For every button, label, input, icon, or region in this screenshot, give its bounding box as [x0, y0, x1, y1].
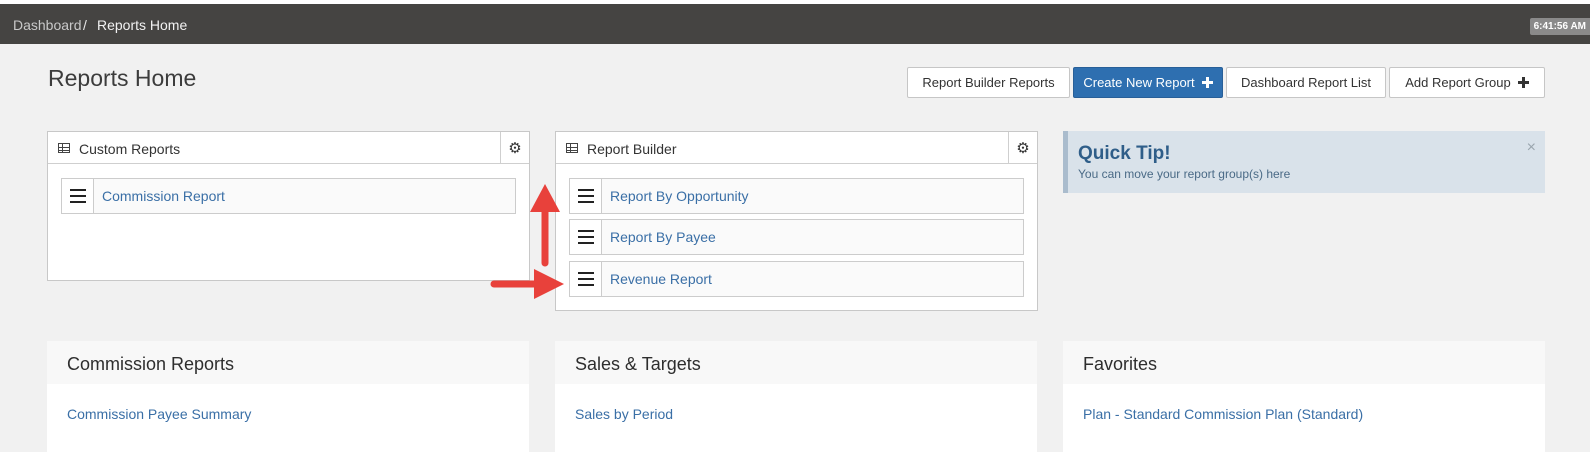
- quick-tip-title: Quick Tip!: [1078, 143, 1171, 164]
- report-item-by-opportunity[interactable]: Report By Opportunity: [569, 178, 1024, 214]
- report-item-by-payee[interactable]: Report By Payee: [569, 219, 1024, 255]
- table-icon: [566, 143, 578, 153]
- quick-tip-text: You can move your report group(s) here: [1078, 167, 1291, 181]
- report-link[interactable]: Report By Payee: [610, 229, 716, 245]
- report-group-title: Sales & Targets: [575, 354, 701, 374]
- drag-handle-icon[interactable]: [570, 220, 602, 254]
- gear-icon[interactable]: ⚙: [1008, 132, 1037, 163]
- report-builder-reports-button[interactable]: Report Builder Reports: [907, 67, 1070, 98]
- report-builder-panel-header: Report Builder ⚙: [556, 132, 1037, 164]
- report-group-sales-targets: Sales & Targets Sales by Period: [555, 341, 1037, 452]
- breadcrumb-current: Reports Home: [97, 17, 188, 33]
- report-link[interactable]: Report By Opportunity: [610, 188, 749, 204]
- report-group-commission-reports: Commission Reports Commission Payee Summ…: [47, 341, 529, 452]
- clock-badge: 6:41:56 AM: [1529, 18, 1590, 35]
- custom-reports-panel-header: Custom Reports ⚙: [48, 132, 529, 164]
- create-new-report-button[interactable]: Create New Report: [1073, 67, 1223, 98]
- plus-icon: [1201, 77, 1213, 88]
- custom-reports-panel: Custom Reports ⚙ Commission Report: [47, 131, 530, 281]
- drag-handle-icon[interactable]: [62, 179, 94, 213]
- report-item-revenue[interactable]: Revenue Report: [569, 261, 1024, 297]
- report-group-header: Sales & Targets: [555, 341, 1037, 384]
- dashboard-report-list-button[interactable]: Dashboard Report List: [1226, 67, 1386, 98]
- report-group-link[interactable]: Plan - Standard Commission Plan (Standar…: [1083, 406, 1363, 422]
- breadcrumb-separator: /: [83, 17, 87, 33]
- add-report-group-label: Add Report Group: [1405, 75, 1511, 90]
- page-title: Reports Home: [48, 65, 197, 91]
- dashboard-report-list-label: Dashboard Report List: [1240, 75, 1372, 90]
- report-link[interactable]: Revenue Report: [610, 271, 712, 287]
- table-icon: [58, 143, 70, 153]
- report-group-header: Favorites: [1063, 341, 1545, 384]
- report-group-title: Commission Reports: [67, 354, 235, 374]
- top-bar: Dashboard / Reports Home 6:41:56 AM: [0, 4, 1590, 44]
- drag-handle-icon[interactable]: [570, 262, 602, 296]
- add-report-group-button[interactable]: Add Report Group: [1389, 67, 1545, 98]
- gear-icon[interactable]: ⚙: [500, 132, 529, 163]
- report-builder-panel: Report Builder ⚙ Report By Opportunity R…: [555, 131, 1038, 311]
- report-builder-reports-label: Report Builder Reports: [922, 75, 1055, 90]
- report-group-link[interactable]: Commission Payee Summary: [67, 406, 251, 422]
- report-group-header: Commission Reports: [47, 341, 529, 384]
- report-item-commission-report[interactable]: Commission Report: [61, 178, 516, 214]
- quick-tip-alert: Quick Tip! You can move your report grou…: [1063, 131, 1545, 193]
- close-icon[interactable]: ×: [1527, 140, 1536, 156]
- report-group-link[interactable]: Sales by Period: [575, 406, 673, 422]
- report-group-favorites: Favorites Plan - Standard Commission Pla…: [1063, 341, 1545, 452]
- custom-reports-title: Custom Reports: [79, 141, 181, 157]
- report-link[interactable]: Commission Report: [102, 188, 225, 204]
- create-new-report-label: Create New Report: [1083, 75, 1195, 90]
- report-group-title: Favorites: [1083, 354, 1158, 374]
- drag-handle-icon[interactable]: [570, 179, 602, 213]
- report-builder-title: Report Builder: [587, 141, 677, 157]
- plus-icon: [1517, 77, 1529, 88]
- breadcrumb-dashboard-link[interactable]: Dashboard: [13, 17, 82, 33]
